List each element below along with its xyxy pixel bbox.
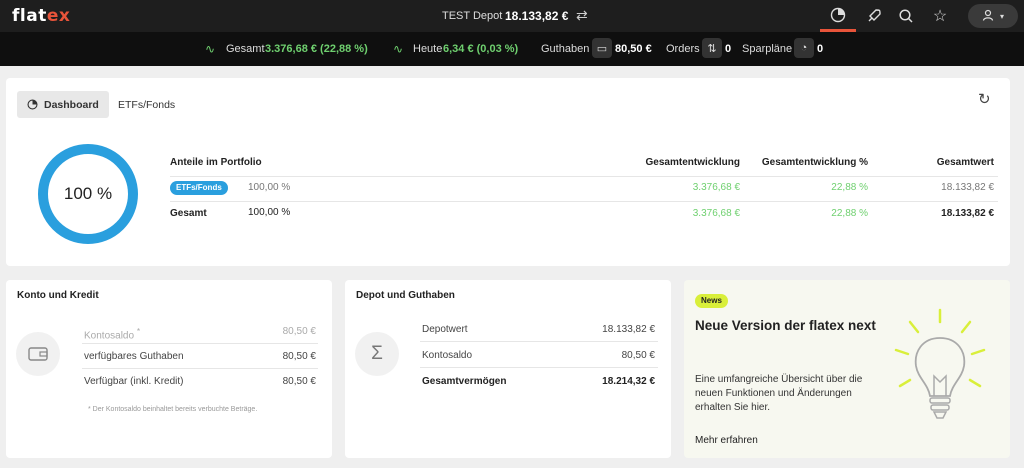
tab-dashboard[interactable]: Dashboard: [17, 91, 109, 118]
orders-value: 0: [725, 43, 732, 55]
kontosaldo-label-text: Kontosaldo: [84, 330, 135, 342]
lightbulb-icon: [894, 308, 986, 419]
card-title: Depot und Guthaben: [356, 290, 455, 301]
card-title: Konto und Kredit: [17, 290, 99, 301]
heute-label: Heute: [413, 43, 443, 55]
row-name: Gesamt: [170, 208, 207, 219]
kontosaldo-label: Kontosaldo *: [84, 326, 140, 341]
trend-icon: ∿: [393, 42, 404, 56]
mehr-erfahren-link[interactable]: Mehr erfahren: [695, 435, 758, 446]
sparplaene-value: 0: [817, 43, 824, 55]
wallet-icon: [16, 332, 60, 376]
star-icon[interactable]: ☆: [922, 0, 958, 32]
column-header-entwicklung-pct: Gesamtentwicklung %: [761, 157, 868, 168]
dashboard-icon: [27, 99, 38, 110]
depot-name[interactable]: TEST Depot: [442, 10, 502, 22]
refresh-icon[interactable]: ↻: [978, 90, 991, 108]
chevron-down-icon: ▾: [999, 11, 1004, 21]
gesamt-label: Gesamt: [226, 43, 265, 55]
news-card[interactable]: News Neue Version der flatex next Eine u…: [684, 280, 1010, 458]
rocket-icon[interactable]: [856, 0, 892, 32]
row-anteil: 100,00 %: [248, 207, 291, 218]
heute-value: 6,34 € (0,03 %): [443, 43, 519, 55]
footnote-marker: *: [136, 326, 141, 336]
tab-etfs-fonds[interactable]: ETFs/Fonds: [108, 91, 185, 118]
logo-accent-text: ex: [46, 6, 71, 26]
row-gesamtwert: 18.133,82 €: [941, 182, 994, 193]
user-menu-button[interactable]: ▾: [968, 4, 1018, 28]
divider: [420, 367, 658, 368]
orders-label: Orders: [666, 43, 700, 55]
news-title: Neue Version der flatex next: [695, 318, 876, 333]
donut-label: 100 %: [63, 184, 113, 203]
row-entwicklung: 3.376,68 €: [692, 182, 740, 193]
depot-und-guthaben-card: Depot und Guthaben Σ Depotwert 18.133,82…: [345, 280, 671, 458]
dashboard-icon[interactable]: [820, 0, 856, 32]
guthaben-value: 80,50 €: [282, 351, 316, 362]
depotwert-label: Depotwert: [422, 324, 468, 335]
column-header-gesamtwert: Gesamtwert: [936, 157, 994, 168]
wallet-icon[interactable]: ▭: [592, 38, 612, 58]
search-icon[interactable]: [888, 0, 924, 32]
news-body: Eine umfangreiche Übersicht über die neu…: [695, 374, 863, 413]
etfs-fonds-badge[interactable]: ETFs/Fonds: [170, 181, 228, 195]
flatex-logo[interactable]: flatex: [12, 6, 70, 26]
row-entwicklung-pct: 22,88 %: [831, 208, 868, 219]
guthaben-label: Guthaben: [541, 43, 590, 55]
divider: [170, 201, 998, 202]
divider: [420, 341, 658, 342]
sigma-icon: Σ: [355, 332, 399, 376]
verfuegbar-label: Verfügbar (inkl. Kredit): [84, 376, 184, 387]
column-header-entwicklung: Gesamtentwicklung: [645, 157, 740, 168]
kontosaldo-value: 80,50 €: [621, 350, 655, 361]
divider: [170, 176, 998, 177]
portfolio-overview-card: Dashboard ETFs/Fonds ↻ 100 % Anteile im …: [6, 78, 1010, 266]
trend-icon: ∿: [205, 42, 216, 56]
footnote: * Der Kontosaldo beinhaltet bereits verb…: [88, 406, 258, 413]
row-entwicklung: 3.376,68 €: [692, 208, 740, 219]
summary-bar: ∿ Gesamt 3.376,68 € (22,88 %) ∿ Heute 6,…: [0, 32, 1024, 66]
swap-icon[interactable]: ⇄: [576, 7, 588, 24]
kontosaldo-label: Kontosaldo: [422, 350, 473, 361]
tab-etfs-fonds-label: ETFs/Fonds: [118, 98, 176, 111]
gesamtvermoegen-value: 18.214,32 €: [602, 376, 655, 387]
divider: [82, 368, 318, 369]
sparplaene-label: Sparpläne: [742, 43, 793, 55]
tab-dashboard-label: Dashboard: [44, 98, 99, 111]
verfuegbar-value: 80,50 €: [282, 376, 316, 387]
gesamt-value: 3.376,68 € (22,88 %): [265, 43, 368, 55]
depot-value: 18.133,82 €: [505, 9, 569, 23]
top-navigation-bar: flatex TEST Depot 18.133,82 € ⇄ ☆ ▾: [0, 0, 1024, 32]
gesamtvermoegen-label: Gesamtvermögen: [422, 376, 507, 387]
kontosaldo-value: 80,50 €: [282, 326, 316, 337]
row-gesamtwert: 18.133,82 €: [941, 208, 994, 219]
guthaben-label: verfügbares Guthaben: [84, 351, 184, 362]
guthaben-value: 80,50 €: [615, 43, 652, 55]
row-entwicklung-pct: 22,88 %: [831, 182, 868, 193]
piggy-bank-icon[interactable]: ◔: [794, 38, 814, 58]
logo-text: flat: [12, 6, 47, 26]
column-header-anteile: Anteile im Portfolio: [170, 157, 262, 168]
divider: [82, 343, 318, 344]
depotwert-value: 18.133,82 €: [602, 324, 655, 335]
konto-und-kredit-card: Konto und Kredit Kontosaldo * 80,50 € ve…: [6, 280, 332, 458]
allocation-donut-chart: 100 %: [38, 144, 138, 244]
user-icon: [982, 9, 994, 24]
news-badge: News: [695, 294, 728, 308]
orders-icon[interactable]: ⇅: [702, 38, 722, 58]
row-anteil: 100,00 %: [248, 182, 291, 193]
